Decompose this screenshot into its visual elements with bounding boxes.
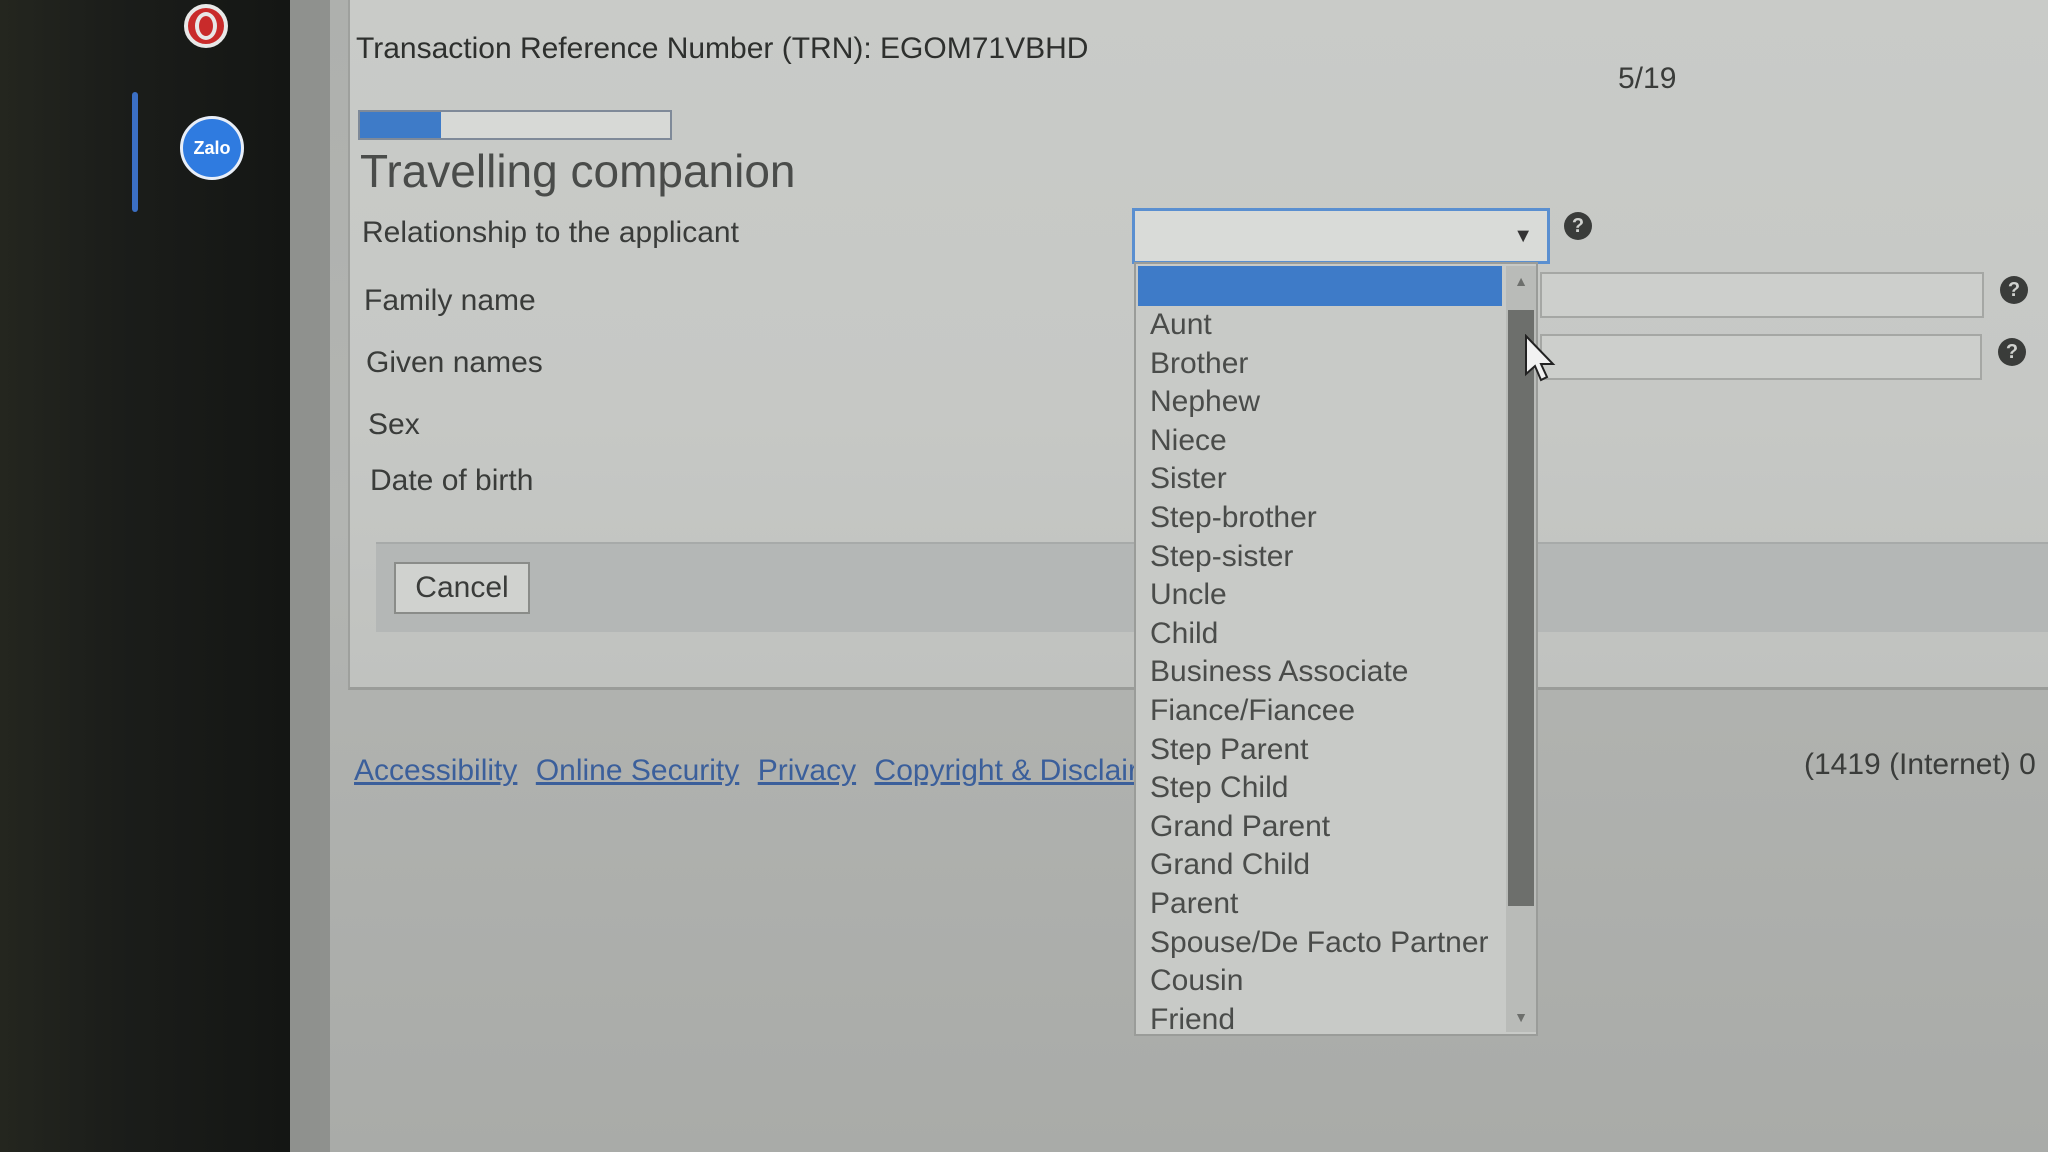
dropdown-option[interactable]: Sister [1150,460,1489,499]
dropdown-option[interactable]: Brother [1150,345,1489,384]
section-title: Travelling companion [360,145,796,197]
scroll-thumb[interactable] [1508,310,1534,906]
dropdown-option[interactable]: Fiance/Fiancee [1150,692,1489,731]
relationship-dropdown-list[interactable]: Aunt Brother Nephew Niece Sister Step-brother… [1134,262,1538,1036]
given-names-field[interactable] [1540,334,1982,380]
dropdown-option[interactable]: Grand Parent [1150,808,1489,847]
dropdown-option[interactable]: Nephew [1150,383,1489,422]
zalo-app-icon[interactable]: Zalo [180,116,244,180]
progress-bar [358,110,672,140]
transaction-reference: Transaction Reference Number (TRN): EGOM… [356,32,1089,65]
dropdown-option[interactable]: Business Associate [1150,653,1489,692]
online-security-link[interactable]: Online Security [536,754,739,787]
privacy-link[interactable]: Privacy [758,754,856,787]
dropdown-option[interactable]: Uncle [1150,576,1489,615]
dropdown-option[interactable]: Aunt [1150,306,1489,345]
dropdown-option[interactable]: Friend [1150,1001,1489,1040]
dropdown-option[interactable]: Spouse/De Facto Partner [1150,924,1489,963]
dropdown-option[interactable]: Child [1150,615,1489,654]
date-of-birth-label: Date of birth [370,464,534,497]
dropdown-option[interactable]: Step Child [1150,769,1489,808]
mouse-cursor-icon [1525,334,1556,382]
help-icon[interactable]: ? [1998,338,2026,366]
dropdown-option[interactable]: Step-sister [1150,538,1489,577]
help-icon[interactable]: ? [2000,276,2028,304]
option-list: Aunt Brother Nephew Niece Sister Step-brother… [1150,306,1489,1039]
dropdown-option[interactable]: Niece [1150,422,1489,461]
progress-bar-fill [360,112,441,138]
dropdown-option[interactable]: Grand Child [1150,846,1489,885]
phone-number: (1419 (Internet) 0 [1804,748,2036,781]
copyright-link[interactable]: Copyright & Disclair [875,754,1138,787]
help-icon[interactable]: ? [1564,212,1592,240]
cancel-button[interactable]: Cancel [394,562,530,614]
taskbar: Zalo [0,0,290,1152]
sex-label: Sex [368,408,420,441]
active-app-indicator [132,92,138,212]
dropdown-option[interactable]: Step Parent [1150,731,1489,770]
relationship-select[interactable]: ▼ [1132,208,1550,264]
dropdown-option[interactable]: Cousin [1150,962,1489,1001]
accessibility-link[interactable]: Accessibility [354,754,517,787]
family-name-label: Family name [364,284,536,317]
opera-browser-icon[interactable] [184,4,228,48]
dropdown-option[interactable]: Parent [1150,885,1489,924]
page-counter: 5/19 [1618,62,1677,95]
chevron-down-icon[interactable]: ▼ [1513,225,1533,248]
relationship-label: Relationship to the applicant [362,216,739,249]
scroll-up-icon[interactable]: ▲ [1506,266,1536,296]
footer-links: Accessibility Online Security Privacy Co… [354,754,1152,788]
family-name-field[interactable] [1540,272,1984,318]
highlighted-empty-option[interactable] [1138,266,1502,306]
scroll-down-icon[interactable]: ▼ [1506,1002,1536,1032]
dropdown-option[interactable]: Step-brother [1150,499,1489,538]
given-names-label: Given names [366,346,543,379]
